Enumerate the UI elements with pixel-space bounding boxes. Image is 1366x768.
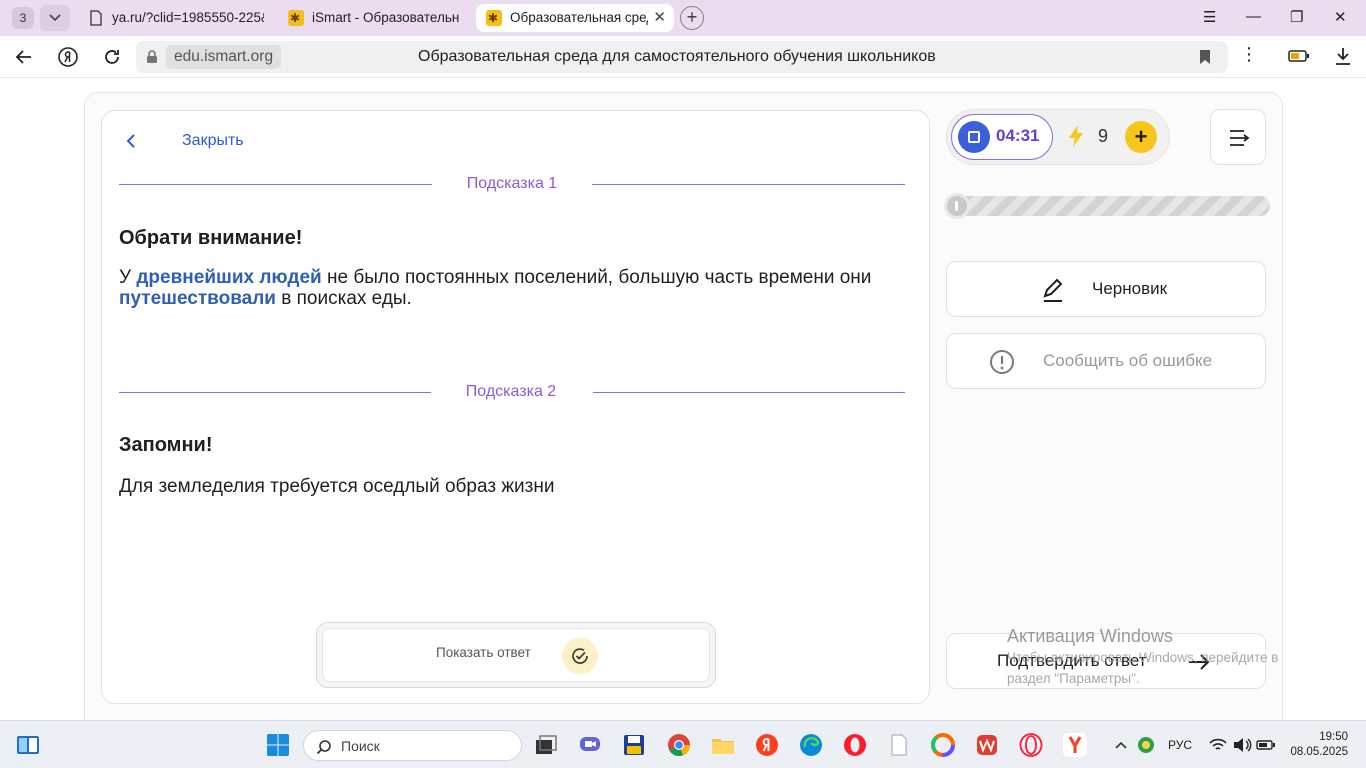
timer-pill[interactable]: 04:31 <box>951 114 1053 160</box>
opera-icon[interactable] <box>843 733 867 757</box>
report-error-button[interactable]: Сообщить об ошибке <box>946 333 1266 389</box>
url-host: edu.ismart.org <box>166 45 282 69</box>
pencil-icon <box>1043 278 1063 302</box>
more-options-icon[interactable]: ⋮ <box>1240 44 1258 65</box>
input-language[interactable]: РУС <box>1168 738 1192 752</box>
volume-icon[interactable] <box>1232 733 1252 757</box>
browser-tab-2[interactable]: iSmart - Образовательна <box>278 4 470 32</box>
chrome-icon[interactable] <box>667 733 691 757</box>
file-explorer-icon[interactable] <box>711 733 735 757</box>
check-circle-icon <box>562 638 598 674</box>
draft-button[interactable]: Черновик <box>946 261 1266 317</box>
wifi-icon[interactable] <box>1208 733 1228 757</box>
browser-tab-1[interactable]: ya.ru/?clid=1985550-225& <box>78 4 274 32</box>
report-error-label: Сообщить об ошибке <box>1043 351 1213 370</box>
confirm-answer-label: Подтвердить ответ <box>997 651 1147 670</box>
tab-title: iSmart - Образовательна <box>312 10 460 25</box>
tab-list-dropdown[interactable] <box>40 5 70 31</box>
tab-title: ya.ru/?clid=1985550-225& <box>112 10 264 25</box>
battery-saver-icon[interactable] <box>1288 50 1310 62</box>
progress-knob <box>944 193 970 219</box>
draft-label: Черновик <box>1092 279 1168 298</box>
battery-icon[interactable] <box>1256 733 1276 757</box>
yandex-app-icon[interactable] <box>755 733 779 757</box>
clock-time: 19:50 <box>1319 731 1348 743</box>
bookmark-icon[interactable] <box>1198 49 1212 65</box>
document-icon[interactable] <box>887 733 911 757</box>
tab-title: Образовательная сред <box>510 10 648 25</box>
yandex-logo-icon[interactable] <box>57 46 79 68</box>
hint-1-divider: Подсказка 1 <box>119 174 905 194</box>
lightning-icon <box>1069 125 1083 147</box>
browser-tab-strip: 3 ya.ru/?clid=1985550-225& iSmart - Обра… <box>0 0 1366 36</box>
back-arrow-icon[interactable] <box>13 46 35 68</box>
search-placeholder: Поиск <box>341 738 380 754</box>
browser-tab-3-active[interactable]: Образовательная сред ✕ <box>476 4 674 32</box>
system-clock[interactable]: 19:50 08.05.2025 <box>1288 730 1348 760</box>
color-app-icon[interactable] <box>931 733 955 757</box>
tab-count-badge[interactable]: 3 <box>12 7 34 29</box>
edge-icon[interactable] <box>799 733 823 757</box>
taskbar-search[interactable]: Поиск <box>303 730 522 761</box>
windows-taskbar: Поиск РУС 19:50 08.05.2025 <box>0 720 1366 768</box>
hint-2-label: Подсказка 2 <box>465 383 557 400</box>
windows-start-icon[interactable] <box>266 733 290 757</box>
wps-office-icon[interactable] <box>975 733 999 757</box>
clock-date: 08.05.2025 <box>1290 746 1348 758</box>
ismart-favicon-icon <box>288 4 304 32</box>
arrow-right-icon <box>1189 654 1210 670</box>
timer-energy-group: 04:31 9 + <box>946 109 1170 165</box>
restore-window-button[interactable]: ❐ <box>1290 8 1303 26</box>
chevron-down-icon <box>49 14 61 22</box>
reload-icon[interactable] <box>101 46 123 68</box>
show-answer-inner: Показать ответ <box>322 628 710 682</box>
energy-count: 9 <box>1098 126 1109 146</box>
page-title: Образовательная среда для самостоятельно… <box>418 48 936 65</box>
highlighted-term: древнейших людей <box>136 267 322 288</box>
add-energy-button[interactable]: + <box>1125 121 1157 153</box>
chevron-left-icon <box>126 134 135 148</box>
show-answer-button[interactable]: Показать ответ <box>316 622 716 688</box>
tray-app-icon[interactable] <box>1137 733 1155 757</box>
search-icon <box>316 740 331 755</box>
hint-2-text: Для земледелия требуется оседлый образ ж… <box>119 476 555 497</box>
ismart-favicon-icon <box>486 4 502 32</box>
yandex-browser-icon[interactable] <box>1063 733 1087 757</box>
page-icon <box>90 10 102 26</box>
save-app-icon[interactable] <box>622 733 646 757</box>
hint-2-divider: Подсказка 2 <box>119 382 905 402</box>
download-icon[interactable] <box>1334 46 1352 66</box>
timer-value: 04:31 <box>996 126 1040 145</box>
alert-circle-icon <box>990 350 1014 374</box>
widgets-icon[interactable] <box>16 733 40 757</box>
hints-card: Закрыть Подсказка 1 Обрати внимание! У д… <box>101 110 930 704</box>
confirm-answer-button[interactable]: Подтвердить ответ <box>946 633 1266 689</box>
stop-timer-icon[interactable] <box>958 121 990 153</box>
opera-gx-icon[interactable] <box>1019 733 1043 757</box>
show-answer-label: Показать ответ <box>436 645 531 660</box>
browser-navbar: edu.ismart.org Образовательная среда для… <box>0 36 1366 78</box>
minimize-window-button[interactable]: — <box>1246 8 1261 25</box>
lock-icon <box>147 50 157 63</box>
new-tab-button[interactable]: + <box>680 6 704 30</box>
close-window-button[interactable]: ✕ <box>1334 8 1347 26</box>
teams-chat-icon[interactable] <box>578 733 602 757</box>
close-label: Закрыть <box>182 132 244 149</box>
close-tab-icon[interactable]: ✕ <box>653 4 666 32</box>
hint-1-text: У древнейших людей не было постоянных по… <box>119 267 872 309</box>
task-menu-button[interactable] <box>1210 109 1266 165</box>
hint-1-label: Подсказка 1 <box>466 175 558 192</box>
highlighted-term: путешествовали <box>119 288 276 309</box>
menu-list-icon <box>1230 130 1250 146</box>
task-progress-bar <box>944 193 1270 219</box>
browser-menu-icon[interactable]: ☰ <box>1203 8 1216 26</box>
chevron-up-icon[interactable] <box>1114 733 1128 757</box>
address-bar[interactable]: edu.ismart.org Образовательная среда для… <box>136 41 1228 73</box>
hint-2-heading: Запомни! <box>119 434 213 456</box>
task-view-icon[interactable] <box>534 733 558 757</box>
hint-1-heading: Обрати внимание! <box>119 227 303 249</box>
